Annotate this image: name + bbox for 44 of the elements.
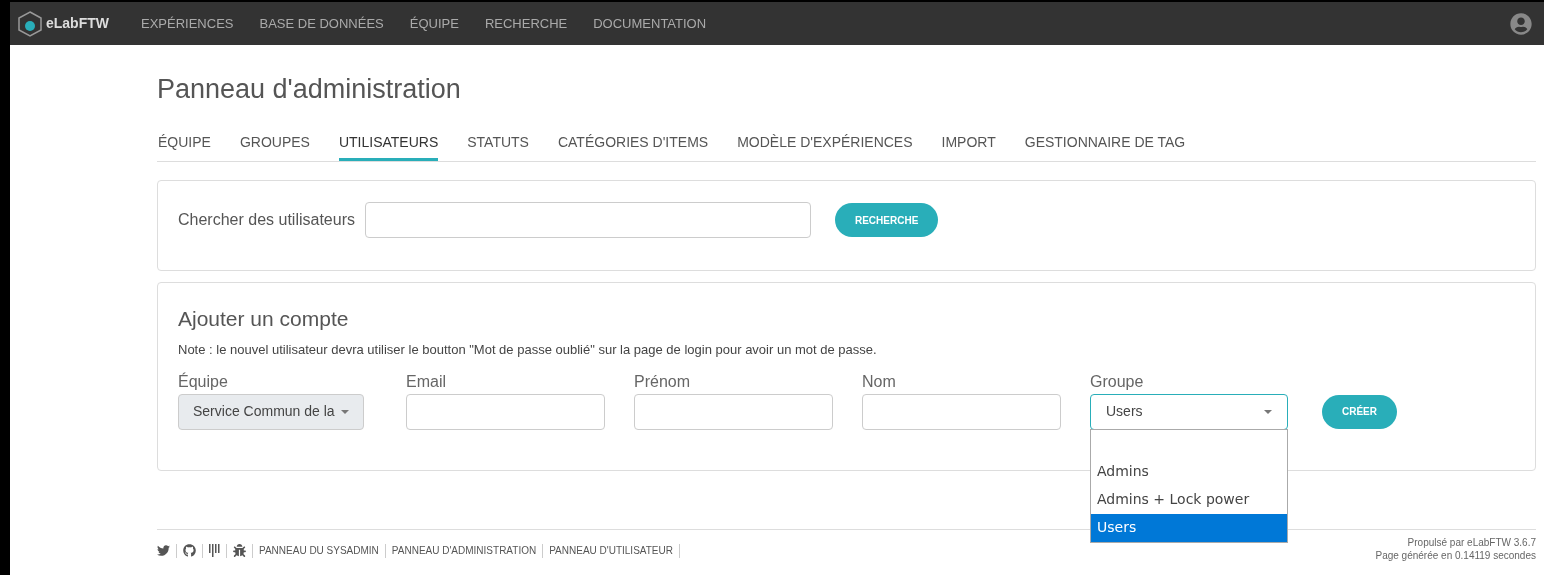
tab[interactable]: UTILISATEURS	[338, 131, 439, 161]
dropdown-option[interactable]: Users	[1091, 513, 1287, 542]
powered-by-text: Propulsé par eLabFTW 3.6.7	[1407, 535, 1536, 549]
field-label: Prénom	[634, 371, 692, 392]
page-title: Panneau d'administration	[157, 73, 462, 106]
tab[interactable]: GESTIONNAIRE DE TAG	[1024, 131, 1186, 161]
note-text: Note : le nouvel utilisateur devra utiliser le boutton "Mot de passe oublié" sur la page de login pour avoir un mot de passe.	[178, 341, 878, 359]
field-label: Email	[406, 371, 447, 392]
tab[interactable]: ÉQUIPE	[158, 131, 211, 161]
dropdown-option[interactable]: Admins	[1091, 457, 1287, 486]
flask-logo-icon	[18, 10, 42, 37]
nav-link[interactable]: RECHERCHE	[484, 13, 568, 34]
generation-time-text: Page générée en 0.14119 secondes	[1375, 548, 1536, 562]
field-label: Nom	[862, 371, 897, 392]
section-title: Ajouter un compte	[178, 305, 350, 332]
team-dropdown[interactable]: Service Commun de la	[178, 393, 364, 430]
field-label: Équipe	[178, 371, 229, 392]
field-label: Groupe	[1090, 371, 1145, 392]
footer-link[interactable]: PANNEAU DU SYSADMIN	[259, 543, 379, 558]
nav-link[interactable]: EXPÉRIENCES	[141, 13, 234, 34]
nav-link[interactable]: DOCUMENTATION	[593, 13, 707, 34]
search-field[interactable]	[364, 202, 811, 238]
nav-link[interactable]: BASE DE DONNÉES	[259, 13, 384, 34]
footer-link[interactable]: PANNEAU D'UTILISATEUR	[549, 543, 673, 558]
user-avatar-icon[interactable]	[1510, 12, 1532, 35]
text-field[interactable]	[634, 393, 833, 430]
caret-icon	[340, 409, 349, 414]
bars-icon[interactable]	[209, 544, 220, 557]
brand-link[interactable]: eLabFTW	[46, 13, 109, 34]
bug-icon[interactable]	[233, 544, 246, 557]
search-label: Chercher des utilisateurs	[178, 210, 355, 230]
dropdown-option[interactable]: Admins + Lock power	[1091, 485, 1287, 514]
tab[interactable]: GROUPES	[239, 131, 310, 161]
text-field[interactable]	[406, 393, 605, 430]
tab[interactable]: IMPORT	[941, 131, 996, 161]
twitter-icon[interactable]	[157, 544, 170, 557]
tab[interactable]: MODÈLE D'EXPÉRIENCES	[737, 131, 913, 161]
caret-icon	[1264, 409, 1272, 414]
footer-link[interactable]: PANNEAU D'ADMINISTRATION	[391, 543, 537, 558]
tab[interactable]: STATUTS	[467, 131, 529, 161]
tab[interactable]: CATÉGORIES D'ITEMS	[557, 131, 709, 161]
nav-link[interactable]: ÉQUIPE	[409, 13, 459, 34]
github-icon[interactable]	[183, 544, 196, 557]
text-field[interactable]	[862, 393, 1061, 430]
